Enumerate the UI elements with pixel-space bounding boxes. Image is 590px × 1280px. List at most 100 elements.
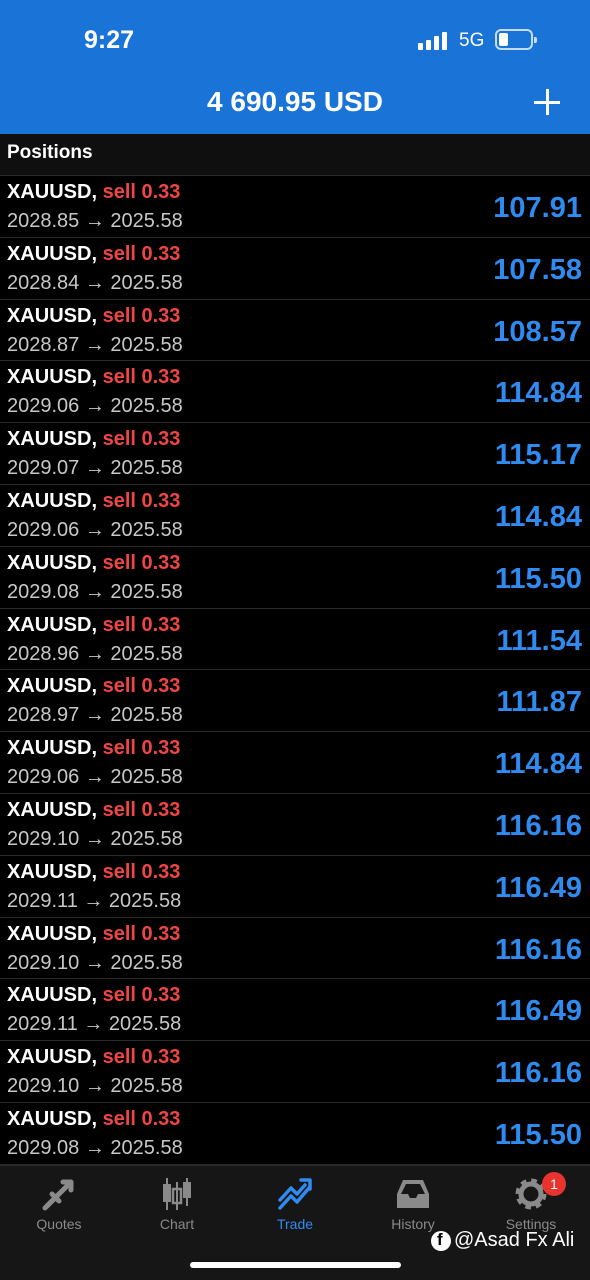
account-balance: 4 690.95 USD bbox=[207, 86, 383, 117]
position-side: sell 0.33 bbox=[102, 613, 181, 636]
position-row[interactable]: XAUUSD, sell 0.33 2029.08 → 2025.58 115.50 bbox=[0, 547, 590, 609]
position-title: XAUUSD, sell 0.33 bbox=[7, 1108, 180, 1131]
position-profit: 116.49 bbox=[494, 871, 582, 904]
top-bar: 9:27 5G 4 690.95 USD bbox=[0, 0, 590, 134]
network-type: 5G bbox=[459, 30, 485, 51]
position-profit: 115.50 bbox=[494, 1118, 582, 1151]
position-title: XAUUSD, sell 0.33 bbox=[7, 737, 180, 760]
position-title: XAUUSD, sell 0.33 bbox=[7, 428, 180, 451]
position-side: sell 0.33 bbox=[102, 428, 181, 451]
position-symbol: XAUUSD, bbox=[7, 675, 98, 698]
position-row[interactable]: XAUUSD, sell 0.33 2029.06 → 2025.58 114.84 bbox=[0, 732, 590, 794]
position-row[interactable]: XAUUSD, sell 0.33 2029.06 → 2025.58 114.84 bbox=[0, 361, 590, 424]
position-prices: 2028.97 → 2025.58 bbox=[7, 704, 183, 727]
position-side: sell 0.33 bbox=[102, 922, 181, 945]
position-title: XAUUSD, sell 0.33 bbox=[7, 614, 180, 637]
position-prices: 2029.06 → 2025.58 bbox=[7, 395, 183, 418]
position-side: sell 0.33 bbox=[102, 242, 181, 265]
position-row[interactable]: XAUUSD, sell 0.33 2029.10 → 2025.58 116.16 bbox=[0, 1041, 590, 1103]
position-prices: 2028.87 → 2025.58 bbox=[7, 333, 183, 356]
quotes-icon bbox=[42, 1179, 74, 1211]
position-profit: 116.16 bbox=[494, 809, 582, 842]
position-symbol: XAUUSD, bbox=[7, 860, 98, 883]
position-row[interactable]: XAUUSD, sell 0.33 2028.97 → 2025.58 111.87 bbox=[0, 670, 590, 733]
position-row[interactable]: XAUUSD, sell 0.33 2028.87 → 2025.58 108.57 bbox=[0, 300, 590, 362]
tab-label: Quotes bbox=[36, 1216, 82, 1232]
position-profit: 114.84 bbox=[494, 500, 582, 533]
position-prices: 2029.10 → 2025.58 bbox=[7, 951, 183, 974]
position-row[interactable]: XAUUSD, sell 0.33 2029.11 → 2025.58 116.49 bbox=[0, 979, 590, 1042]
position-symbol: XAUUSD, bbox=[7, 613, 98, 636]
position-symbol: XAUUSD, bbox=[7, 366, 98, 389]
position-side: sell 0.33 bbox=[102, 489, 181, 512]
position-prices: 2029.11 → 2025.58 bbox=[7, 1013, 182, 1036]
position-profit: 111.87 bbox=[496, 686, 583, 719]
facebook-icon bbox=[431, 1230, 451, 1251]
position-title: XAUUSD, sell 0.33 bbox=[7, 490, 180, 513]
position-symbol: XAUUSD, bbox=[7, 242, 98, 265]
position-title: XAUUSD, sell 0.33 bbox=[7, 243, 180, 266]
position-prices: 2029.07 → 2025.58 bbox=[7, 457, 183, 480]
position-profit: 116.16 bbox=[494, 1057, 582, 1090]
position-side: sell 0.33 bbox=[102, 181, 181, 203]
trade-icon bbox=[278, 1178, 312, 1210]
position-title: XAUUSD, sell 0.33 bbox=[7, 305, 180, 328]
position-title: XAUUSD, sell 0.33 bbox=[7, 861, 180, 884]
tab-label: Trade bbox=[276, 1216, 314, 1232]
position-symbol: XAUUSD, bbox=[7, 922, 98, 945]
position-row[interactable]: XAUUSD, sell 0.33 2028.85 → 2025.58 107.91 bbox=[0, 176, 590, 238]
chart-icon bbox=[163, 1178, 191, 1210]
position-title: XAUUSD, sell 0.33 bbox=[7, 366, 180, 389]
signal-icon bbox=[418, 32, 448, 50]
position-row[interactable]: XAUUSD, sell 0.33 2029.10 → 2025.58 116.16 bbox=[0, 794, 590, 856]
position-symbol: XAUUSD, bbox=[7, 304, 98, 327]
position-side: sell 0.33 bbox=[102, 304, 181, 327]
position-title: XAUUSD, sell 0.33 bbox=[7, 799, 180, 822]
position-profit: 111.54 bbox=[496, 624, 583, 657]
position-symbol: XAUUSD, bbox=[7, 489, 98, 512]
position-prices: 2029.08 → 2025.58 bbox=[7, 580, 183, 603]
position-row[interactable]: XAUUSD, sell 0.33 2028.96 → 2025.58 111.54 bbox=[0, 609, 590, 671]
tab-trade[interactable]: Trade bbox=[236, 1176, 354, 1238]
position-prices: 2029.11 → 2025.58 bbox=[7, 889, 182, 912]
battery-icon bbox=[495, 29, 537, 50]
position-side: sell 0.33 bbox=[102, 984, 181, 1007]
position-row[interactable]: XAUUSD, sell 0.33 2029.06 → 2025.58 114.84 bbox=[0, 485, 590, 547]
position-side: sell 0.33 bbox=[102, 798, 181, 821]
position-title: XAUUSD, sell 0.33 bbox=[7, 181, 180, 204]
watermark-text: @Asad Fx Ali bbox=[454, 1229, 575, 1251]
position-title: XAUUSD, sell 0.33 bbox=[7, 984, 180, 1007]
position-symbol: XAUUSD, bbox=[7, 1046, 98, 1069]
position-profit: 116.16 bbox=[494, 933, 582, 966]
position-title: XAUUSD, sell 0.33 bbox=[7, 1046, 180, 1069]
position-prices: 2029.08 → 2025.58 bbox=[7, 1136, 183, 1159]
position-side: sell 0.33 bbox=[102, 737, 181, 760]
position-symbol: XAUUSD, bbox=[7, 428, 98, 451]
section-title: Positions bbox=[7, 142, 93, 163]
position-title: XAUUSD, sell 0.33 bbox=[7, 552, 180, 575]
position-row[interactable]: XAUUSD, sell 0.33 2029.08 → 2025.58 115.50 bbox=[0, 1103, 590, 1165]
position-title: XAUUSD, sell 0.33 bbox=[7, 923, 180, 946]
position-row[interactable]: XAUUSD, sell 0.33 2029.11 → 2025.58 116.49 bbox=[0, 856, 590, 918]
position-profit: 115.17 bbox=[494, 439, 582, 472]
position-row[interactable]: XAUUSD, sell 0.33 2028.84 → 2025.58 107.58 bbox=[0, 238, 590, 300]
position-side: sell 0.33 bbox=[102, 675, 181, 698]
position-side: sell 0.33 bbox=[102, 551, 181, 574]
position-profit: 107.91 bbox=[493, 192, 582, 224]
status-time: 9:27 bbox=[84, 26, 135, 54]
watermark: @Asad Fx Ali bbox=[431, 1229, 574, 1252]
position-profit: 107.58 bbox=[493, 253, 582, 286]
position-prices: 2028.85 → 2025.58 bbox=[7, 210, 183, 232]
position-side: sell 0.33 bbox=[102, 860, 181, 883]
tab-quotes[interactable]: Quotes bbox=[0, 1176, 118, 1238]
position-side: sell 0.33 bbox=[102, 1046, 181, 1069]
position-row[interactable]: XAUUSD, sell 0.33 2029.10 → 2025.58 116.16 bbox=[0, 918, 590, 980]
position-symbol: XAUUSD, bbox=[7, 1107, 98, 1130]
position-row[interactable]: XAUUSD, sell 0.33 2029.07 → 2025.58 115.17 bbox=[0, 423, 590, 485]
position-symbol: XAUUSD, bbox=[7, 181, 98, 203]
position-prices: 2028.96 → 2025.58 bbox=[7, 642, 183, 665]
new-order-button[interactable] bbox=[530, 85, 564, 119]
tab-chart[interactable]: Chart bbox=[118, 1176, 236, 1238]
position-profit: 114.84 bbox=[494, 748, 582, 781]
position-prices: 2028.84 → 2025.58 bbox=[7, 271, 183, 294]
